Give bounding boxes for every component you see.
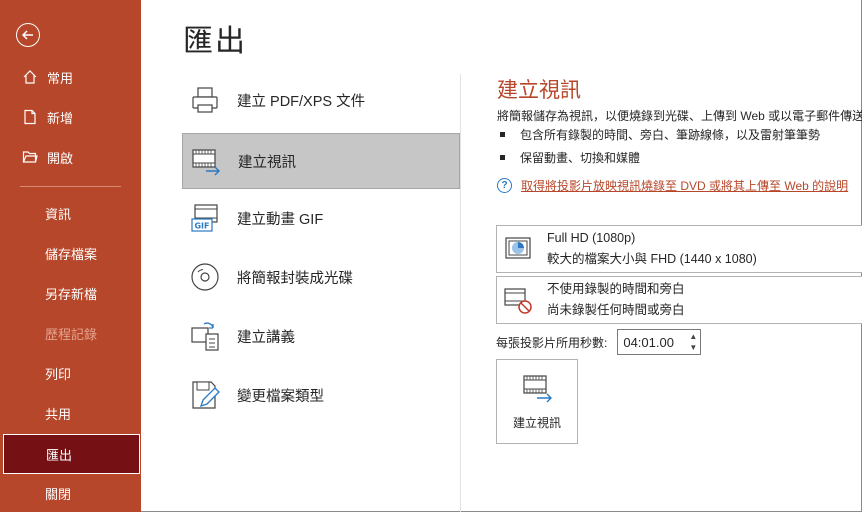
- quality-dropdown[interactable]: Full HD (1080p) 較大的檔案大小與 FHD (1440 x 108…: [496, 225, 862, 273]
- nav-save-label: 儲存檔案: [45, 246, 98, 262]
- panel-divider: [460, 74, 461, 512]
- option-create-video[interactable]: 建立視訊: [182, 133, 460, 189]
- video-icon: [520, 374, 554, 404]
- backstage-sidebar: 常用 新增 開啟 資訊 儲存檔案 另存新檔 歷程記錄 列印 共用 匯出 關閉: [0, 0, 141, 512]
- nav-new[interactable]: 新增: [0, 100, 141, 134]
- back-button[interactable]: [16, 23, 40, 47]
- quality-subtitle: 較大的檔案大小與 FHD (1440 x 1080): [547, 252, 757, 266]
- option-change-file-type[interactable]: 變更檔案類型: [182, 367, 460, 423]
- panel-bullet-text: 包含所有錄製的時間、旁白、筆跡線條，以及雷射筆筆勢: [520, 128, 821, 142]
- video-icon: [189, 144, 223, 178]
- nav-save-as-label: 另存新檔: [45, 286, 98, 302]
- nav-print[interactable]: 列印: [0, 356, 141, 390]
- change-file-type-icon: [188, 378, 222, 412]
- handouts-icon: [188, 319, 222, 353]
- nav-print-label: 列印: [45, 366, 72, 382]
- nav-open-label: 開啟: [47, 150, 74, 166]
- panel-title: 建立視訊: [497, 79, 581, 102]
- nav-close-label: 關閉: [45, 486, 72, 502]
- panel-bullet: 保留動畫、切換和媒體: [500, 149, 640, 166]
- timing-subtitle: 尚未錄製任何時間或旁白: [547, 303, 685, 317]
- nav-new-label: 新增: [47, 110, 74, 126]
- bullet-dot: [500, 155, 505, 160]
- seconds-per-slide-value[interactable]: 04:01.00: [623, 335, 674, 350]
- spin-up-icon[interactable]: ▲: [689, 332, 697, 341]
- help-icon: ?: [497, 178, 512, 193]
- spin-down-icon[interactable]: ▼: [689, 343, 697, 352]
- option-change-file-type-label: 變更檔案類型: [237, 388, 324, 405]
- seconds-per-slide-spinner[interactable]: 04:01.00 ▲ ▼: [617, 329, 702, 355]
- new-file-icon: [20, 107, 40, 127]
- nav-info-label: 資訊: [45, 206, 72, 222]
- pdf-printer-icon: [188, 83, 222, 117]
- presentation-quality-icon: [503, 234, 533, 264]
- nav-home[interactable]: 常用: [0, 60, 141, 94]
- nav-info[interactable]: 資訊: [0, 196, 141, 230]
- quality-title: Full HD (1080p): [547, 231, 636, 245]
- create-video-button-label: 建立視訊: [512, 416, 561, 430]
- option-create-handouts-label: 建立講義: [237, 329, 295, 346]
- nav-history-label: 歷程記錄: [45, 326, 98, 342]
- option-create-handouts[interactable]: 建立講義: [182, 308, 460, 364]
- panel-bullet: 包含所有錄製的時間、旁白、筆跡線條，以及雷射筆筆勢: [500, 126, 820, 143]
- svg-text:GIF: GIF: [194, 222, 209, 231]
- help-link-text[interactable]: 取得將投影片放映視訊燒錄至 DVD 或將其上傳至 Web 的說明: [521, 177, 848, 194]
- option-create-video-label: 建立視訊: [238, 154, 296, 171]
- nav-history: 歷程記錄: [0, 316, 141, 350]
- option-create-gif-label: 建立動畫 GIF: [237, 211, 324, 228]
- seconds-per-slide-label: 每張投影片所用秒數:: [496, 335, 608, 350]
- sidebar-divider: [20, 186, 121, 187]
- back-arrow-icon: [21, 30, 33, 40]
- nav-close[interactable]: 關閉: [0, 476, 141, 510]
- nav-save-as[interactable]: 另存新檔: [0, 276, 141, 310]
- option-package-cd[interactable]: 將簡報封裝成光碟: [182, 249, 460, 305]
- nav-share[interactable]: 共用: [0, 396, 141, 430]
- nav-home-label: 常用: [47, 70, 74, 86]
- gif-icon: GIF: [188, 201, 222, 235]
- page-title: 匯出: [183, 25, 247, 58]
- folder-icon: [20, 147, 40, 167]
- help-link[interactable]: ? 取得將投影片放映視訊燒錄至 DVD 或將其上傳至 Web 的說明: [497, 177, 848, 194]
- nav-export-label: 匯出: [46, 447, 73, 463]
- nav-export[interactable]: 匯出: [3, 434, 140, 474]
- create-video-button[interactable]: 建立視訊: [496, 359, 578, 444]
- seconds-per-slide-row: 每張投影片所用秒數: 04:01.00 ▲ ▼: [496, 329, 702, 355]
- nav-save[interactable]: 儲存檔案: [0, 236, 141, 270]
- nav-open[interactable]: 開啟: [0, 140, 141, 174]
- bullet-dot: [500, 132, 505, 137]
- cd-icon: [188, 260, 222, 294]
- home-icon: [20, 67, 40, 87]
- panel-bullet-text: 保留動畫、切換和媒體: [520, 151, 641, 165]
- option-create-pdf[interactable]: 建立 PDF/XPS 文件: [182, 72, 460, 128]
- option-create-pdf-label: 建立 PDF/XPS 文件: [237, 93, 366, 110]
- panel-description: 將簡報儲存為視訊，以便燒錄到光碟、上傳到 Web 或以電子郵件傳送: [497, 109, 862, 123]
- nav-share-label: 共用: [45, 406, 72, 422]
- no-narration-icon: [503, 285, 533, 315]
- timing-title: 不使用錄製的時間和旁白: [547, 282, 685, 296]
- timing-dropdown[interactable]: 不使用錄製的時間和旁白 尚未錄製任何時間或旁白: [496, 276, 862, 324]
- option-create-gif[interactable]: GIF 建立動畫 GIF: [182, 190, 460, 246]
- option-package-cd-label: 將簡報封裝成光碟: [237, 270, 353, 287]
